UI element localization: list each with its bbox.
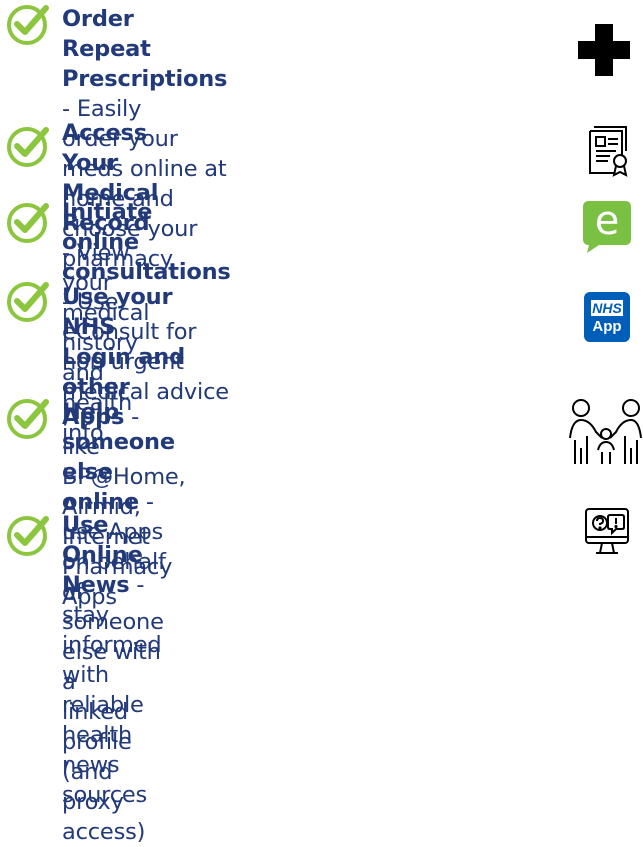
- check-circle-icon: [7, 399, 49, 439]
- online-news-icon: [585, 508, 629, 554]
- medical-cross-icon: [578, 24, 630, 76]
- check-circle-icon: [7, 516, 49, 556]
- medical-record-icon: [589, 126, 628, 177]
- nhs-logo-text: NHS: [592, 300, 622, 316]
- feature-title: Help someone else online: [62, 399, 175, 515]
- family-icon: [569, 399, 642, 464]
- econsult-logo-icon: e: [583, 198, 631, 253]
- check-circle-icon: [7, 5, 49, 45]
- check-circle-icon: [7, 127, 49, 167]
- app-label: App: [592, 318, 622, 335]
- check-circle-icon: [7, 203, 49, 243]
- feature-title: Initiate online consultations: [62, 199, 231, 285]
- feature-title: Order Repeat Prescriptions: [62, 6, 228, 92]
- econsult-letter: e: [594, 198, 620, 244]
- check-circle-icon: [7, 282, 49, 322]
- feature-text: Use Online News - stay informed with rel…: [62, 512, 162, 808]
- nhs-app-icon: NHS App: [584, 292, 630, 342]
